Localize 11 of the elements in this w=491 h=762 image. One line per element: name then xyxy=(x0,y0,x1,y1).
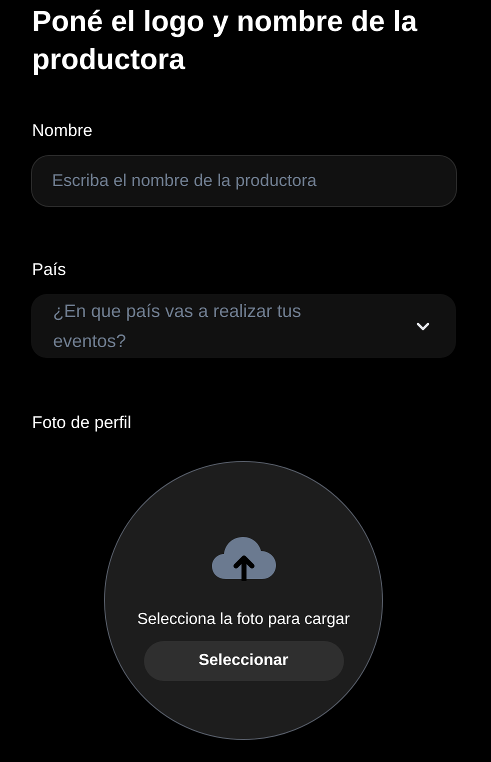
country-select[interactable]: ¿En que país vas a realizar tus eventos? xyxy=(31,294,456,358)
field-label: País xyxy=(32,260,68,280)
name-input[interactable]: Escriba el nombre de la productora xyxy=(31,155,457,207)
select-button[interactable]: Seleccionar xyxy=(144,641,344,681)
chevron-down-icon xyxy=(416,322,430,330)
field-label: Foto de perfil xyxy=(32,413,132,433)
field-label: Nombre xyxy=(32,121,94,141)
page-title: Poné el logo y nombre de la productora xyxy=(32,5,418,78)
upload-hint: Selecciona la foto para cargar xyxy=(137,611,350,629)
upload-dropzone[interactable]: Selecciona la foto para cargar Seleccionar xyxy=(104,461,383,740)
cloud-upload-icon xyxy=(212,537,276,581)
